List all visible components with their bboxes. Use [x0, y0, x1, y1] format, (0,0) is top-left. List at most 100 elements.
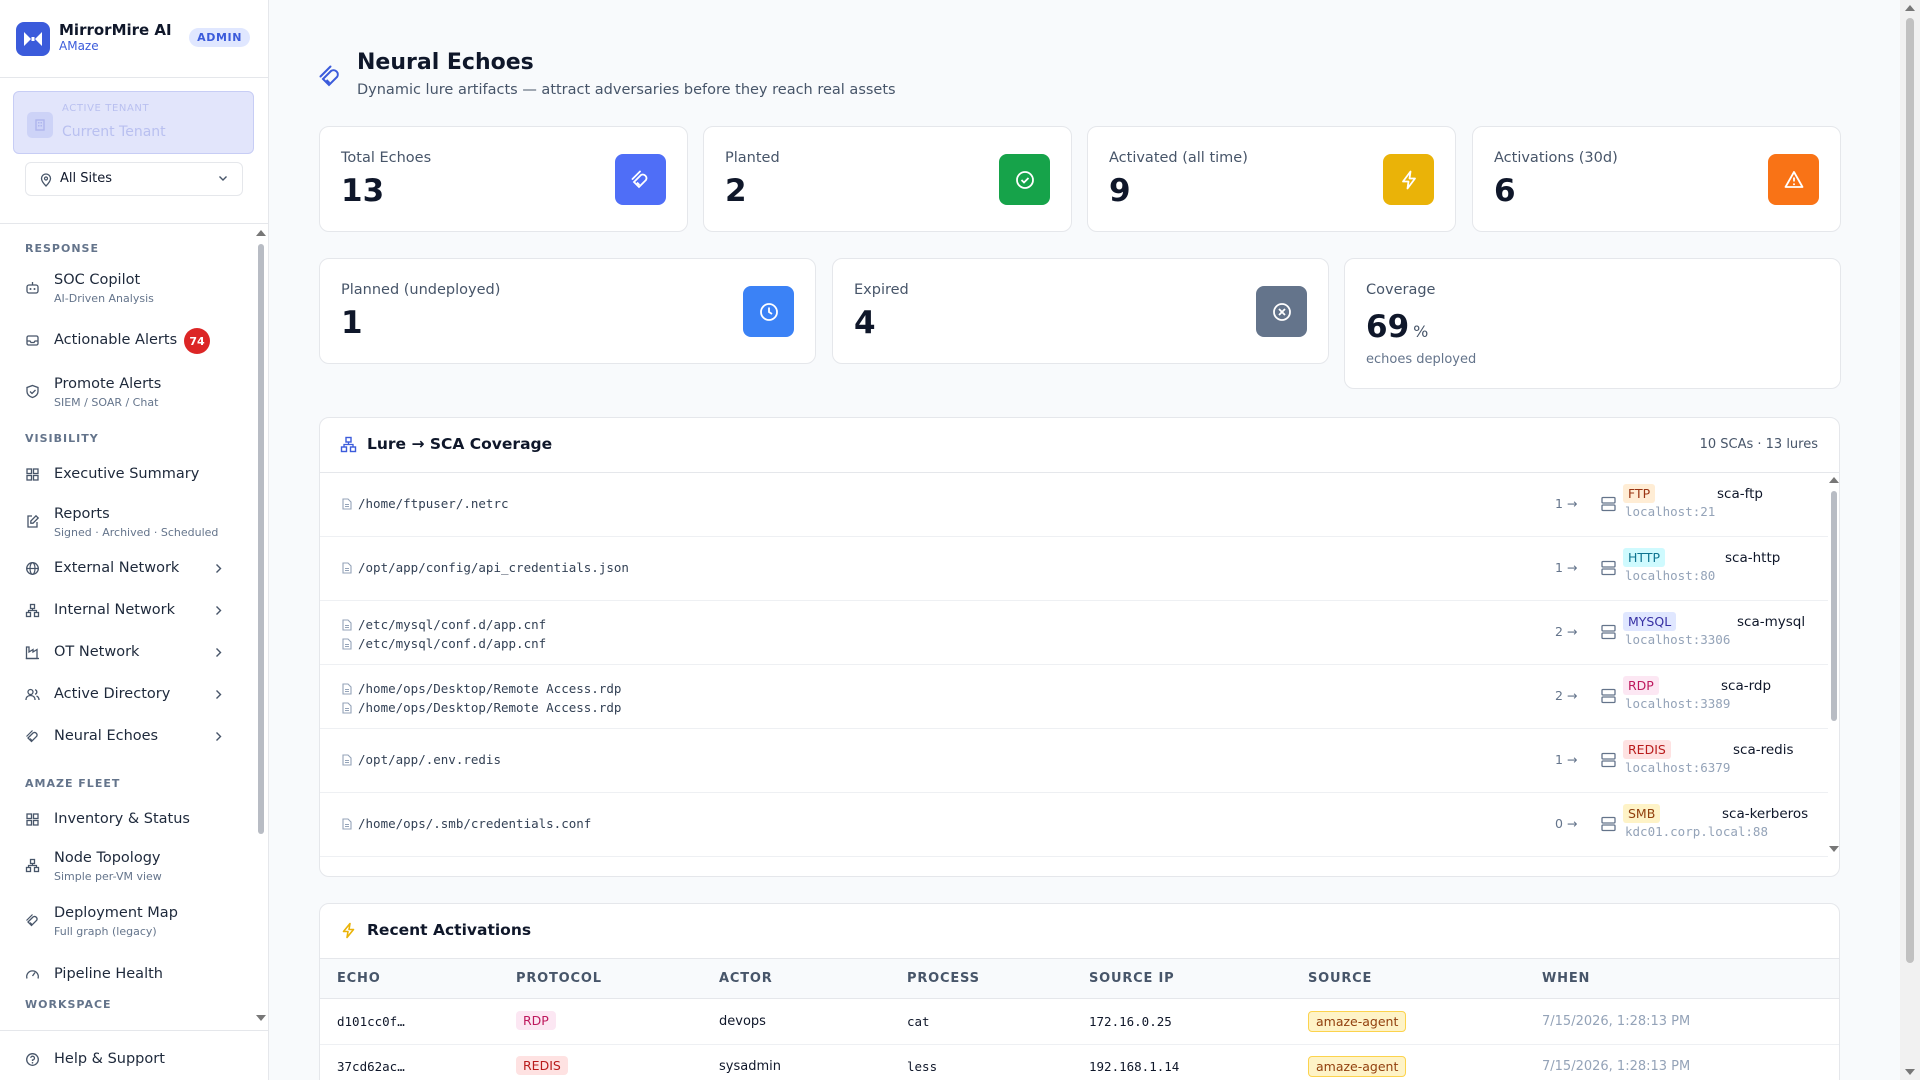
active-tenant-selector[interactable]: ACTIVE TENANT Current Tenant: [13, 91, 254, 154]
lure-path-text: /home/ops/.smb/credentials.conf: [358, 816, 592, 831]
protocol-badge: MYSQL: [1623, 612, 1677, 631]
panel-header: Lure → SCA Coverage 10 SCAs · 13 lures: [320, 418, 1839, 473]
brand[interactable]: MirrorMire AI AMaze ADMIN: [16, 20, 254, 58]
stat-value: 4: [854, 305, 876, 341]
scroll-down-arrow-icon[interactable]: [1905, 1069, 1915, 1075]
stat-card-coverage: Coverage 69% echoes deployed: [1344, 258, 1841, 389]
stat-label: Coverage: [1366, 282, 1436, 298]
sidebar-item-label: Executive Summary: [54, 466, 200, 482]
sidebar-item-soc-copilot[interactable]: SOC Copilot AI-Driven Analysis: [14, 268, 236, 308]
column-header-source-ip[interactable]: SOURCE IP: [1089, 971, 1175, 986]
sca-host: localhost:3389: [1625, 696, 1731, 711]
sidebar-item-pipeline-health[interactable]: Pipeline Health: [14, 955, 236, 995]
table-row[interactable]: d101cc0f… RDP devops cat 172.16.0.25 amaze-ag…: [320, 1000, 1839, 1045]
lightning-icon: [1383, 154, 1434, 205]
column-header-source[interactable]: SOURCE: [1308, 971, 1372, 986]
scroll-up-arrow-icon[interactable]: [256, 230, 266, 236]
sidebar-divider: [0, 223, 268, 224]
sidebar-scrollbar-thumb[interactable]: [258, 244, 264, 834]
timestamp: 7/15/2026, 1:28:13 PM: [1542, 1014, 1691, 1029]
nav-section-visibility: VISIBILITY: [25, 432, 99, 445]
network-icon: [25, 603, 40, 618]
recent-activations-panel: Recent Activations ECHO PROTOCOL ACTOR P…: [319, 903, 1840, 1080]
lure-count: 1 →: [1555, 496, 1578, 511]
column-header-process[interactable]: PROCESS: [907, 971, 980, 986]
panel-header: Recent Activations: [320, 904, 1839, 959]
server-icon: [1601, 560, 1616, 576]
lure-path-text: /opt/app/config/api_credentials.json: [358, 560, 629, 575]
network-icon: [340, 436, 357, 453]
table-row[interactable]: 37cd62ac… REDIS sysadmin less 192.168.1.14 am…: [320, 1045, 1839, 1080]
lure-row[interactable]: /home/ftpuser/.netrc 1 → FTP sca-ftp localho…: [320, 473, 1828, 537]
sidebar-nav: RESPONSE SOC Copilot AI-Driven Analysis …: [0, 226, 256, 1021]
scroll-down-arrow-icon[interactable]: [1829, 846, 1839, 852]
sca-name: sca-kerberos: [1722, 806, 1809, 822]
lure-row[interactable]: /etc/mysql/conf.d/app.cnf/etc/mysql/conf…: [320, 601, 1828, 665]
file-icon: [342, 816, 358, 831]
lure-row[interactable]: /home/ops/Desktop/Remote Access.rdp/home…: [320, 665, 1828, 729]
sidebar-item-label: Pipeline Health: [54, 966, 163, 982]
protocol-badge: RDP: [1623, 676, 1659, 695]
lure-path-text: /home/ftpuser/.netrc: [358, 496, 509, 511]
sidebar-item-ot-network[interactable]: OT Network: [14, 633, 236, 673]
lure-sca-coverage-panel: Lure → SCA Coverage 10 SCAs · 13 lures /…: [319, 417, 1840, 877]
sidebar-item-inventory[interactable]: Inventory & Status: [14, 800, 236, 840]
scroll-down-arrow-icon[interactable]: [256, 1015, 266, 1021]
column-header-protocol[interactable]: PROTOCOL: [516, 971, 602, 986]
lure-path: /home/ops/.smb/credentials.conf: [342, 816, 591, 831]
sca-name: sca-rdp: [1721, 678, 1772, 694]
sidebar-item-label: Internal Network: [54, 602, 176, 618]
column-header-when[interactable]: WHEN: [1542, 971, 1590, 986]
lightning-icon: [340, 922, 357, 939]
lure-count: 1 →: [1555, 560, 1578, 575]
actor: devops: [719, 1014, 766, 1029]
file-icon: [342, 496, 358, 511]
sidebar-item-neural-echoes[interactable]: Neural Echoes: [14, 717, 236, 757]
warning-triangle-icon: [1768, 154, 1819, 205]
sidebar-item-executive-summary[interactable]: Executive Summary: [14, 455, 236, 495]
sidebar-item-deployment-map[interactable]: Deployment Map Full graph (legacy): [14, 901, 236, 941]
sca-host: kdc01.corp.local:88: [1625, 824, 1768, 839]
page-scrollbar[interactable]: [1900, 0, 1920, 1080]
scroll-up-arrow-icon[interactable]: [1905, 5, 1915, 11]
lure-list[interactable]: /home/ftpuser/.netrc 1 → FTP sca-ftp localho…: [320, 473, 1828, 857]
scroll-up-arrow-icon[interactable]: [1829, 477, 1839, 483]
sidebar-item-internal-network[interactable]: Internal Network: [14, 591, 236, 631]
stat-card-expired: Expired 4: [832, 258, 1329, 364]
page-scrollbar-thumb[interactable]: [1906, 18, 1914, 963]
column-header-echo[interactable]: ECHO: [337, 971, 381, 986]
sidebar-item-node-topology[interactable]: Node Topology Simple per-VM view: [14, 846, 236, 886]
lure-row[interactable]: /opt/app/config/api_credentials.json 1 → H…: [320, 537, 1828, 601]
lure-path: /opt/app/config/api_credentials.json: [342, 560, 629, 575]
lure-row[interactable]: /opt/app/.env.redis 1 → REDIS sca-redis loca…: [320, 729, 1828, 793]
activations-table-header: ECHO PROTOCOL ACTOR PROCESS SOURCE IP SO…: [320, 959, 1839, 999]
sidebar-scrollbar[interactable]: [256, 226, 266, 1026]
check-circle-icon: [999, 154, 1050, 205]
sca-host: localhost:80: [1625, 568, 1716, 583]
lure-path-text: /opt/app/.env.redis: [358, 752, 501, 767]
sidebar-item-active-directory[interactable]: Active Directory: [14, 675, 236, 715]
sidebar-item-external-network[interactable]: External Network: [14, 549, 236, 589]
sidebar-item-reports[interactable]: Reports Signed · Archived · Scheduled: [14, 502, 236, 542]
neural-echo-icon: [25, 729, 40, 744]
sidebar-item-sublabel: Simple per-VM view: [54, 870, 162, 883]
stat-label: Total Echoes: [341, 150, 432, 166]
lure-path: /opt/app/.env.redis: [342, 752, 501, 767]
chevron-right-icon: [215, 605, 222, 616]
server-icon: [1601, 624, 1616, 640]
help-support-link[interactable]: Help & Support: [14, 1041, 236, 1079]
sidebar-item-actionable-alerts[interactable]: Actionable Alerts 74: [14, 321, 236, 361]
lure-list-scrollbar[interactable]: [1828, 473, 1839, 857]
site-select[interactable]: All Sites: [25, 162, 243, 196]
lure-list-scrollbar-thumb[interactable]: [1831, 491, 1837, 721]
sidebar-item-promote-alerts[interactable]: Promote Alerts SIEM / SOAR / Chat: [14, 372, 236, 412]
coverage-note: echoes deployed: [1366, 352, 1477, 367]
source-badge: amaze-agent: [1308, 1011, 1407, 1032]
column-header-actor[interactable]: ACTOR: [719, 971, 773, 986]
sidebar-divider: [0, 1030, 268, 1031]
lure-row[interactable]: /home/ops/.smb/credentials.conf 0 → SMB sca…: [320, 793, 1828, 857]
panel-title: Lure → SCA Coverage: [367, 435, 553, 453]
server-icon: [1601, 688, 1616, 704]
server-icon: [1601, 752, 1616, 768]
file-icon: [342, 560, 358, 575]
